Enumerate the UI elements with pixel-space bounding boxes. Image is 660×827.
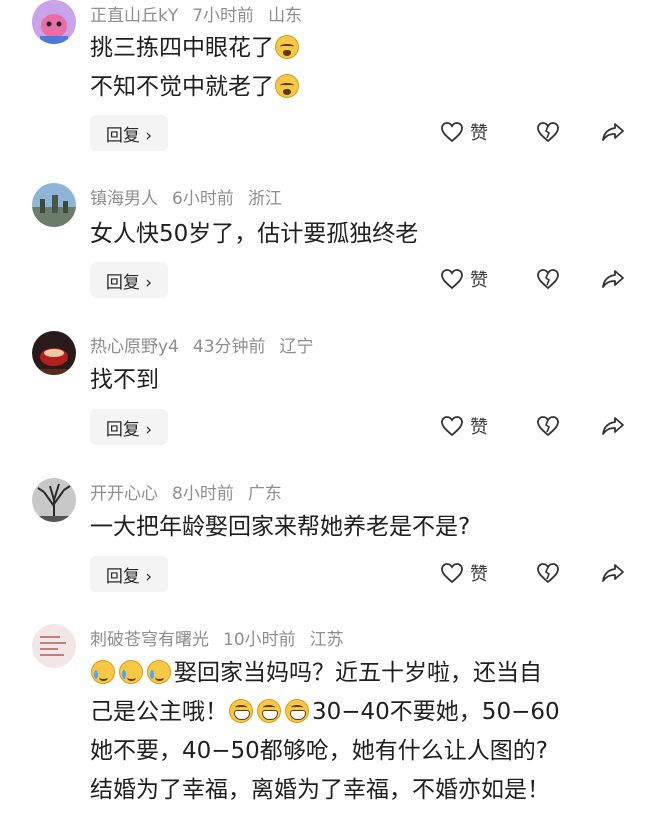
like-label: 赞 bbox=[470, 123, 488, 144]
like-button[interactable]: 赞 bbox=[440, 413, 488, 439]
avatar[interactable] bbox=[32, 624, 76, 668]
share-arrow-icon[interactable] bbox=[601, 268, 625, 290]
comment-text: 娶回家当妈吗？近五十岁啦，还当自 己是公主哦！ 30−40不要她，50−60 她不… bbox=[90, 654, 560, 810]
like-label: 赞 bbox=[470, 417, 488, 438]
comment-line: 她不要，40−50都够呛，她有什么让人图的? bbox=[90, 738, 549, 764]
like-button[interactable]: 赞 bbox=[440, 266, 488, 292]
grinning-face-emoji bbox=[229, 699, 253, 723]
comment-line: 结婚为了幸福，离婚为了幸福，不婚亦如是！ bbox=[90, 777, 550, 803]
share-arrow-icon[interactable] bbox=[601, 562, 625, 584]
tears-of-joy-emoji bbox=[119, 660, 143, 684]
username[interactable]: 开开心心 bbox=[90, 479, 158, 504]
avatar[interactable] bbox=[32, 331, 76, 375]
like-button[interactable]: 赞 bbox=[440, 119, 488, 145]
comment-line: 一大把年龄娶回家来帮她养老是不是? bbox=[90, 514, 471, 540]
comment-meta: 刺破苍穹有曙光 10小时前 江苏 bbox=[90, 624, 358, 650]
heart-outline-icon bbox=[441, 269, 463, 290]
location: 辽宁 bbox=[279, 336, 314, 357]
heart-outline-icon bbox=[441, 416, 463, 437]
timestamp: 7小时前 bbox=[192, 5, 255, 26]
username[interactable]: 镇海男人 bbox=[90, 184, 158, 209]
timestamp: 10小时前 bbox=[223, 629, 296, 650]
comment-line: 娶回家当妈吗？近五十岁啦，还当自 bbox=[174, 660, 542, 686]
username[interactable]: 正直山丘kY bbox=[90, 1, 178, 26]
comment-line: 不知不觉中就老了 bbox=[90, 74, 274, 100]
location: 浙江 bbox=[247, 188, 282, 209]
broken-heart-icon[interactable] bbox=[536, 562, 560, 584]
username[interactable]: 刺破苍穹有曙光 bbox=[90, 625, 209, 650]
comment-text: 找不到 bbox=[90, 361, 159, 400]
location: 广东 bbox=[247, 483, 282, 504]
comment-line: 女人快50岁了，估计要孤独终老 bbox=[90, 221, 419, 247]
heart-outline-icon bbox=[441, 563, 463, 584]
tears-of-joy-emoji bbox=[147, 660, 171, 684]
avatar[interactable] bbox=[32, 183, 76, 227]
comment-line: 找不到 bbox=[90, 367, 159, 393]
comment-actions: 赞 bbox=[0, 556, 660, 592]
comment-actions: 赞 bbox=[0, 262, 660, 298]
comment-text: 女人快50岁了，估计要孤独终老 bbox=[90, 215, 418, 254]
location: 江苏 bbox=[309, 629, 344, 650]
tears-of-joy-emoji bbox=[91, 660, 115, 684]
comment-meta: 镇海男人 6小时前 浙江 bbox=[90, 183, 296, 209]
grinning-face-emoji bbox=[257, 699, 281, 723]
username[interactable]: 热心原野y4 bbox=[90, 332, 179, 357]
heart-outline-icon bbox=[441, 122, 463, 143]
broken-heart-icon[interactable] bbox=[536, 415, 560, 437]
timestamp: 8小时前 bbox=[172, 483, 234, 504]
like-button[interactable]: 赞 bbox=[440, 560, 488, 586]
avatar[interactable] bbox=[32, 478, 76, 522]
share-arrow-icon[interactable] bbox=[601, 415, 625, 437]
comment-actions: 赞 bbox=[0, 115, 660, 151]
comment-actions: 赞 bbox=[0, 409, 660, 445]
crying-face-emoji bbox=[275, 74, 299, 98]
comment-line: 30−40不要她，50−60 bbox=[312, 699, 560, 725]
location: 山东 bbox=[268, 5, 303, 26]
timestamp: 43分钟前 bbox=[192, 336, 266, 357]
broken-heart-icon[interactable] bbox=[536, 121, 560, 143]
comment-line: 己是公主哦！ bbox=[90, 699, 228, 725]
like-label: 赞 bbox=[470, 564, 488, 585]
crying-face-emoji bbox=[275, 35, 299, 59]
comment-line: 挑三拣四中眼花了 bbox=[90, 35, 274, 61]
share-arrow-icon[interactable] bbox=[601, 121, 625, 143]
timestamp: 6小时前 bbox=[172, 188, 234, 209]
avatar[interactable] bbox=[32, 0, 76, 44]
comment-meta: 热心原野y4 43分钟前 辽宁 bbox=[90, 331, 328, 357]
comment-text: 一大把年龄娶回家来帮她养老是不是? bbox=[90, 508, 470, 547]
comment-meta: 正直山丘kY 7小时前 山东 bbox=[90, 0, 316, 26]
broken-heart-icon[interactable] bbox=[536, 268, 560, 290]
like-label: 赞 bbox=[470, 270, 488, 291]
comment-text: 挑三拣四中眼花了 不知不觉中就老了 bbox=[90, 29, 302, 107]
grinning-face-emoji bbox=[285, 699, 309, 723]
comment-meta: 开开心心 8小时前 广东 bbox=[90, 478, 296, 504]
